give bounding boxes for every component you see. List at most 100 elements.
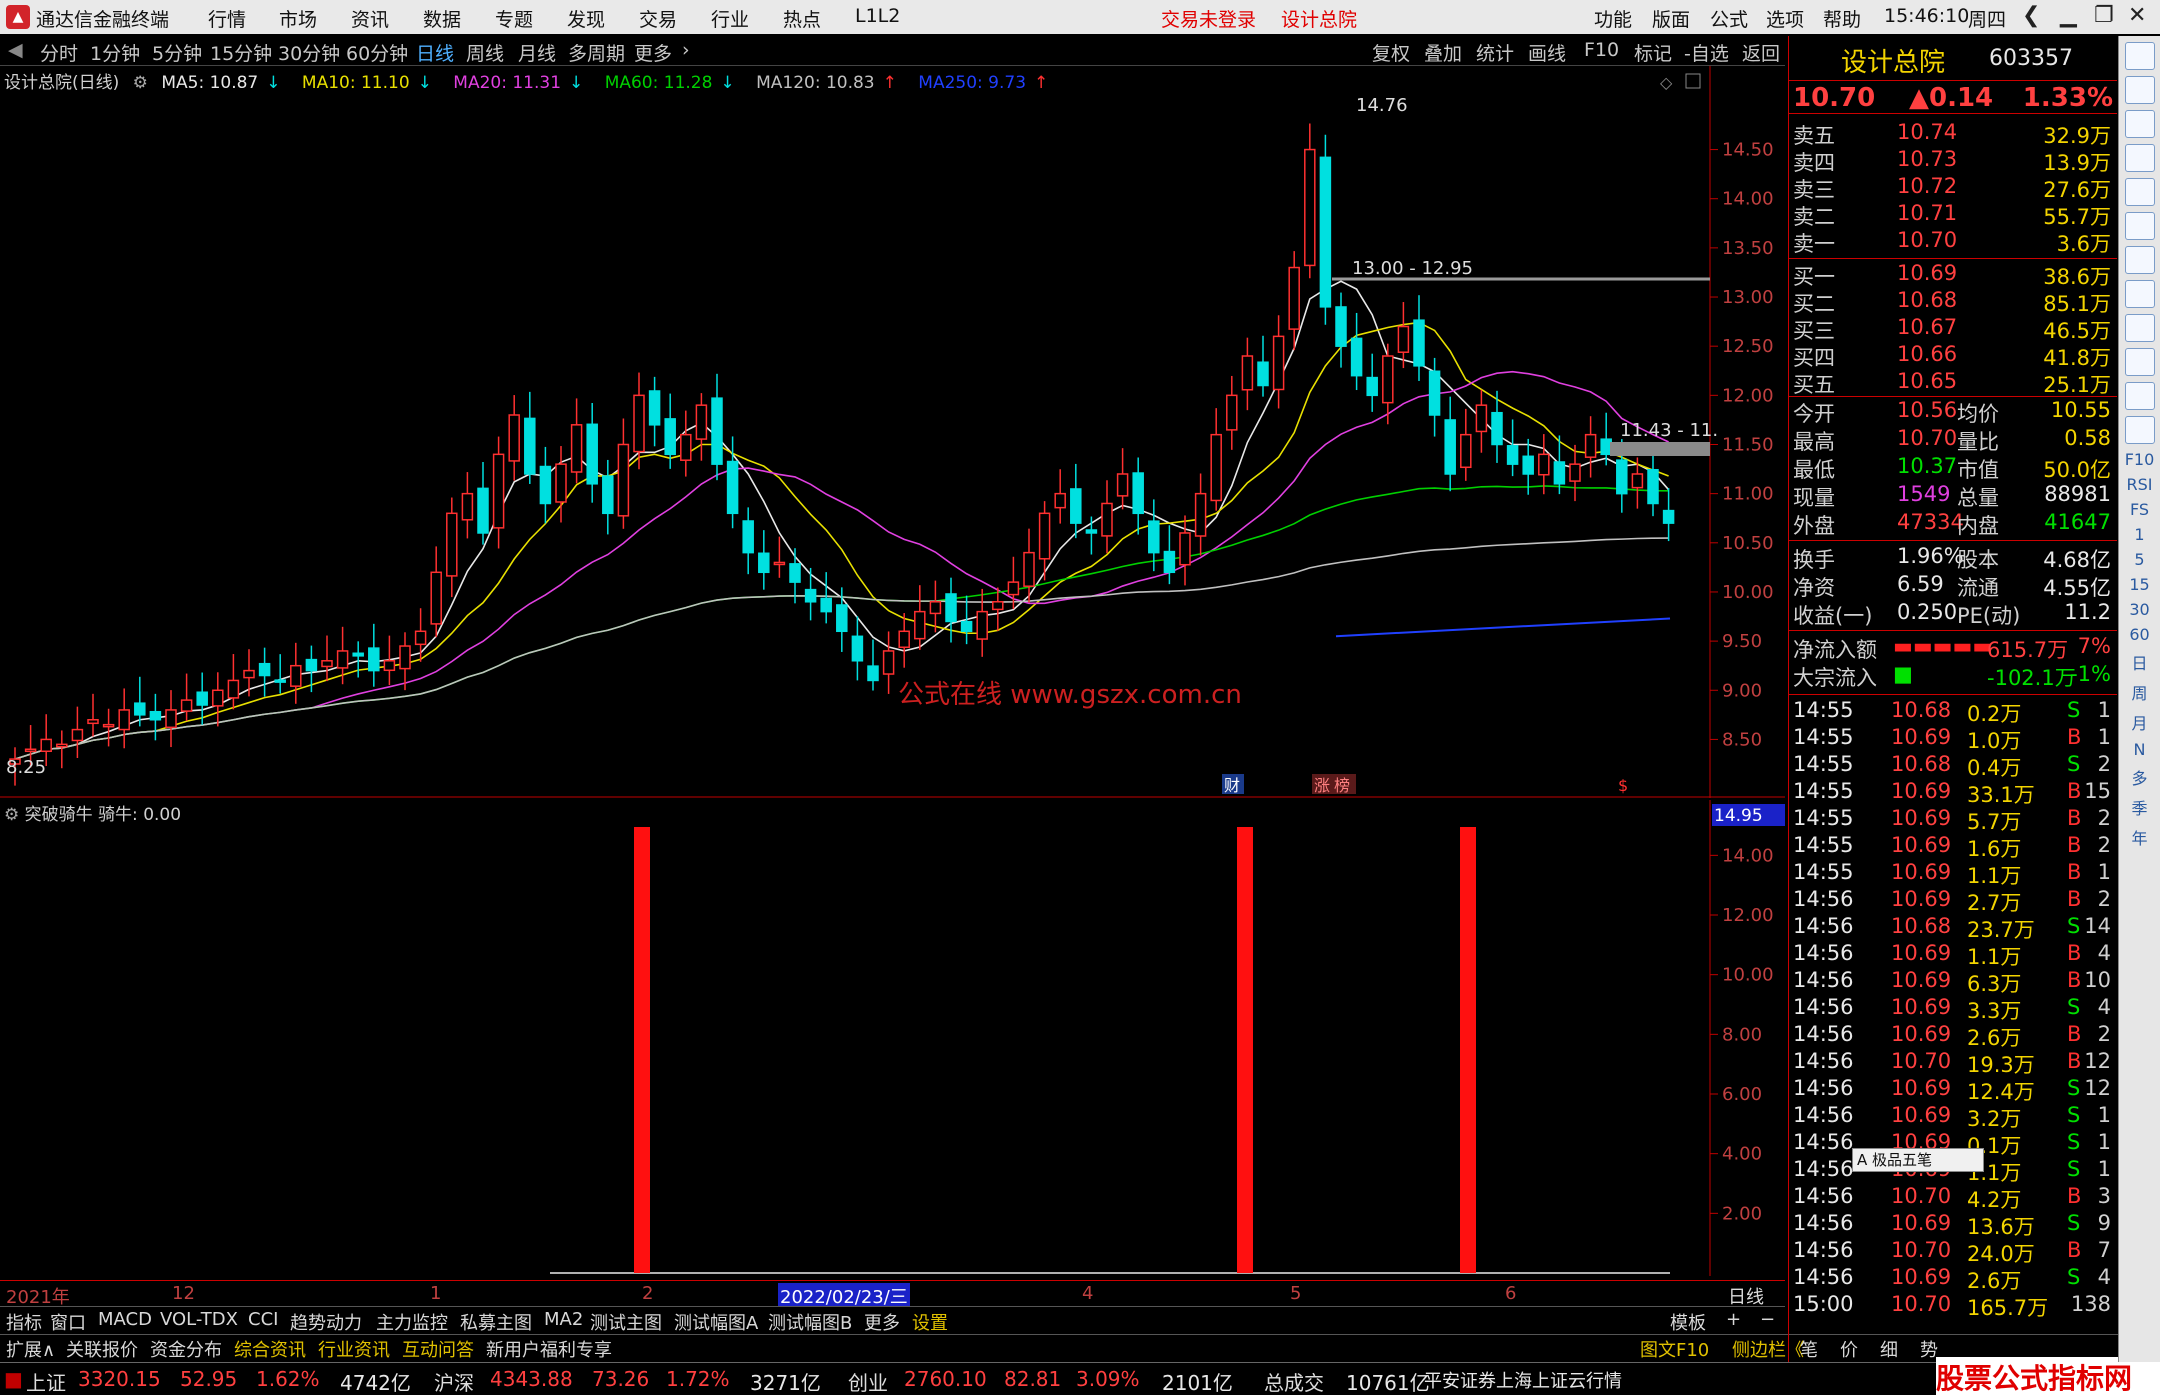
tab-simuzhutu[interactable]: 私募主图 <box>460 1309 532 1335</box>
stat-row[interactable]: 换手 1.96% 股本 4.68亿 <box>1789 544 2117 572</box>
tick-row[interactable]: 14:55 10.69 5.7万 B 2 <box>1789 806 2117 834</box>
candle[interactable] <box>508 395 520 481</box>
stat-row[interactable]: 外盘 47334 内盘 41647 <box>1789 510 2117 538</box>
candle[interactable] <box>290 642 302 704</box>
sidebar-label[interactable]: 年 <box>2119 825 2160 849</box>
tab-tuwen-f10[interactable]: 图文F10 <box>1640 1336 1709 1362</box>
menu-bangzhu[interactable]: 帮助 <box>1823 5 1861 32</box>
sidebar-tool-icon[interactable] <box>2124 382 2155 410</box>
candle[interactable] <box>1335 292 1347 368</box>
period-tab-1min[interactable]: 1分钟 <box>90 39 140 66</box>
candle[interactable] <box>1366 353 1378 412</box>
candle[interactable] <box>258 647 271 697</box>
candle[interactable] <box>555 446 567 523</box>
menu-shichang[interactable]: 市场 <box>279 5 317 32</box>
period-tab-30min[interactable]: 30分钟 <box>278 39 340 66</box>
tab-zhibiao[interactable]: 指标 <box>6 1309 42 1335</box>
close-icon[interactable]: ✕ <box>2128 3 2146 28</box>
tick-row[interactable]: 14:56 10.69 12.4万 S 12 <box>1789 1076 2117 1104</box>
collapse-icon[interactable]: ◀ <box>8 39 23 61</box>
candle[interactable] <box>695 393 708 461</box>
candle[interactable] <box>945 577 957 643</box>
tool-huaxian[interactable]: 画线 <box>1528 39 1566 66</box>
tick-row[interactable]: 14:56 10.69 1.1万 B 4 <box>1789 941 2117 969</box>
period-tab-fenshi[interactable]: 分时 <box>40 39 78 66</box>
tick-row[interactable]: 14:56 10.69 6.3万 B 10 <box>1789 968 2117 996</box>
tool-back[interactable]: 返回 <box>1742 39 1780 66</box>
candle[interactable] <box>102 708 115 747</box>
period-tab-more[interactable]: 更多 <box>634 39 672 66</box>
menu-xuanxiang[interactable]: 选项 <box>1766 5 1804 32</box>
candle[interactable] <box>1085 516 1098 555</box>
candle[interactable] <box>976 588 988 657</box>
sidebar-tool-icon[interactable] <box>2124 212 2155 240</box>
candle[interactable] <box>1475 389 1488 453</box>
sidebar-label[interactable]: 月 <box>2119 710 2160 734</box>
candle[interactable] <box>1506 419 1519 477</box>
tick-row[interactable]: 14:56 10.69 2.6万 B 2 <box>1789 1022 2117 1050</box>
marker-zhang[interactable]: 涨 <box>1314 776 1330 795</box>
sidebar-label[interactable]: 季 <box>2119 795 2160 819</box>
tab-zijinfenbu[interactable]: 资金分布 <box>150 1336 222 1362</box>
chart-toggle-icon[interactable]: ◇ <box>1660 73 1673 92</box>
sidebar-label[interactable]: 日 <box>2119 650 2160 674</box>
sidebar-label[interactable]: 60 <box>2119 625 2160 644</box>
index-sh-name[interactable]: 上证 <box>26 1367 66 1395</box>
tick-row[interactable]: 14:56 10.69 13.6万 S 9 <box>1789 1211 2117 1239</box>
candle[interactable] <box>352 641 364 678</box>
candle[interactable] <box>1101 480 1113 554</box>
trade-login-status[interactable]: 交易未登录 <box>1161 5 1256 32</box>
candle[interactable] <box>929 580 942 633</box>
candle[interactable] <box>742 507 754 575</box>
sidebar-label[interactable]: N <box>2119 740 2160 759</box>
candle[interactable] <box>149 693 162 741</box>
sidebar-label[interactable]: F10 <box>2119 450 2160 469</box>
tab-cci[interactable]: CCI <box>248 1309 278 1330</box>
restore-icon[interactable]: ❐ <box>2094 3 2114 28</box>
tab-zhulijiankong[interactable]: 主力监控 <box>376 1309 448 1335</box>
tick-row[interactable]: 14:55 10.69 33.1万 B 15 <box>1789 779 2117 807</box>
bid-row[interactable]: 买三 10.67 46.5万 <box>1789 315 2117 343</box>
candle[interactable] <box>118 688 130 749</box>
candle[interactable] <box>804 567 817 621</box>
sidebar-label[interactable]: 周 <box>2119 680 2160 704</box>
candle[interactable] <box>1413 295 1425 381</box>
candle[interactable] <box>1460 408 1472 481</box>
candle[interactable] <box>992 587 1004 631</box>
candle[interactable] <box>1116 448 1129 510</box>
candle[interactable] <box>212 672 224 727</box>
tab-kuozhan[interactable]: 扩展∧ <box>6 1336 55 1362</box>
tool-tongji[interactable]: 统计 <box>1476 39 1514 66</box>
tick-row[interactable]: 14:55 10.68 0.4万 S 2 <box>1789 752 2117 780</box>
menu-gongneng[interactable]: 功能 <box>1594 5 1632 32</box>
tab-zonghezixun[interactable]: 综合资讯 <box>234 1336 306 1362</box>
tool-remove-watchlist[interactable]: -自选 <box>1684 39 1729 66</box>
candle[interactable] <box>524 391 536 484</box>
menu-jiaoyi[interactable]: 交易 <box>639 5 677 32</box>
sidebar-tool-icon[interactable] <box>2124 178 2155 206</box>
candle[interactable] <box>274 654 286 694</box>
candle[interactable] <box>773 536 786 578</box>
candle[interactable] <box>758 530 770 590</box>
back-icon[interactable]: ❮ <box>2022 3 2040 28</box>
candle[interactable] <box>1350 312 1363 391</box>
menu-redian[interactable]: 热点 <box>783 5 821 32</box>
menu-faxian[interactable]: 发现 <box>567 5 605 32</box>
candle[interactable] <box>602 459 614 535</box>
candle[interactable] <box>1444 396 1456 492</box>
menu-banmian[interactable]: 版面 <box>1652 5 1690 32</box>
index-cy-name[interactable]: 创业 <box>848 1367 888 1395</box>
candle[interactable] <box>492 436 505 549</box>
tab-more[interactable]: 更多 <box>864 1309 900 1335</box>
menu-zhuanti[interactable]: 专题 <box>495 5 533 32</box>
menu-hangye[interactable]: 行业 <box>711 5 749 32</box>
candle[interactable] <box>87 693 99 737</box>
tab-hangyezixun[interactable]: 行业资讯 <box>318 1336 390 1362</box>
add-icon[interactable]: + <box>1726 1309 1741 1330</box>
tool-diejia[interactable]: 叠加 <box>1424 39 1462 66</box>
flow-row[interactable]: 大宗流入 ■ -102.1万 -1% <box>1789 662 2117 690</box>
tick-row[interactable]: 14:56 10.69 2.6万 S 4 <box>1789 1265 2117 1293</box>
menu-zixun[interactable]: 资讯 <box>351 5 389 32</box>
bid-row[interactable]: 买一 10.69 38.6万 <box>1789 261 2117 289</box>
tab-vol-tdx[interactable]: VOL-TDX <box>160 1309 238 1330</box>
